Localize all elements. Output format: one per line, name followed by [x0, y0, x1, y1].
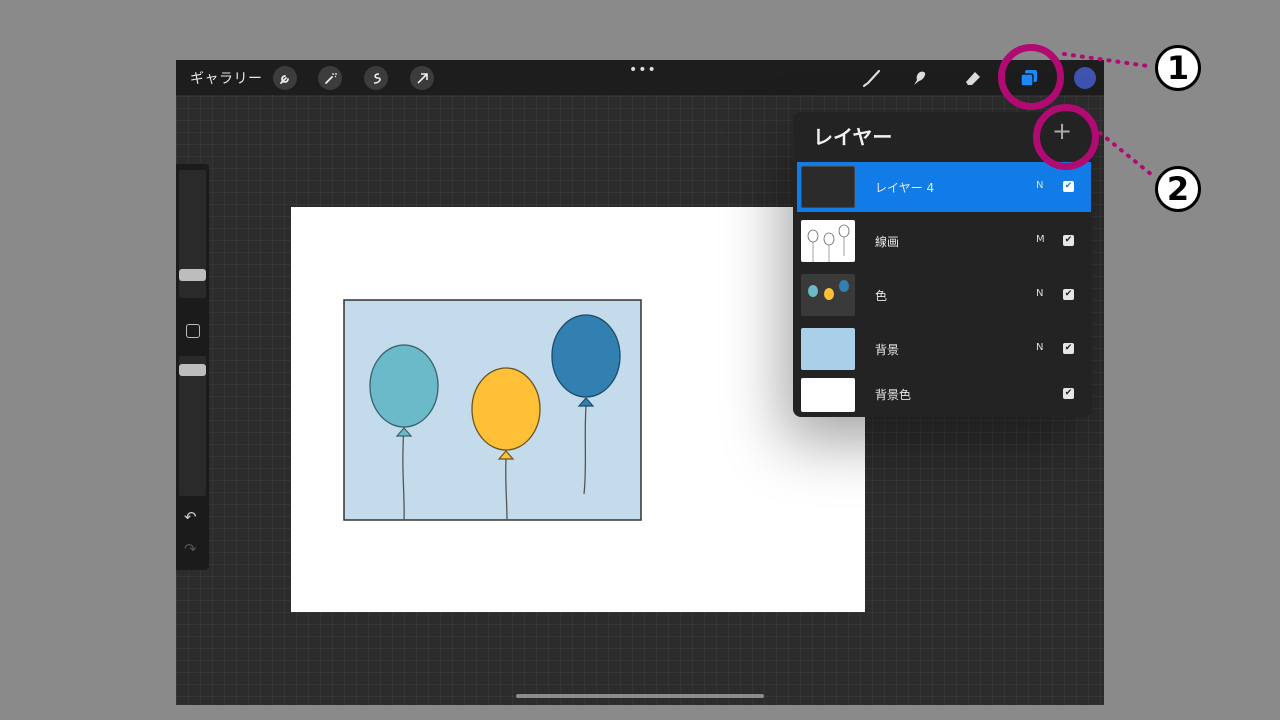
annotation-leader-1: [1062, 52, 1150, 68]
annotation-ring-layers-button: [998, 44, 1064, 110]
annotation-number-1: 1: [1155, 45, 1201, 91]
annotation-leader-2: [1098, 131, 1154, 177]
annotation-overlay: [1062, 52, 1154, 177]
annotation-number-2: 2: [1155, 166, 1201, 212]
annotation-ring-add-layer-button: [1033, 104, 1099, 170]
